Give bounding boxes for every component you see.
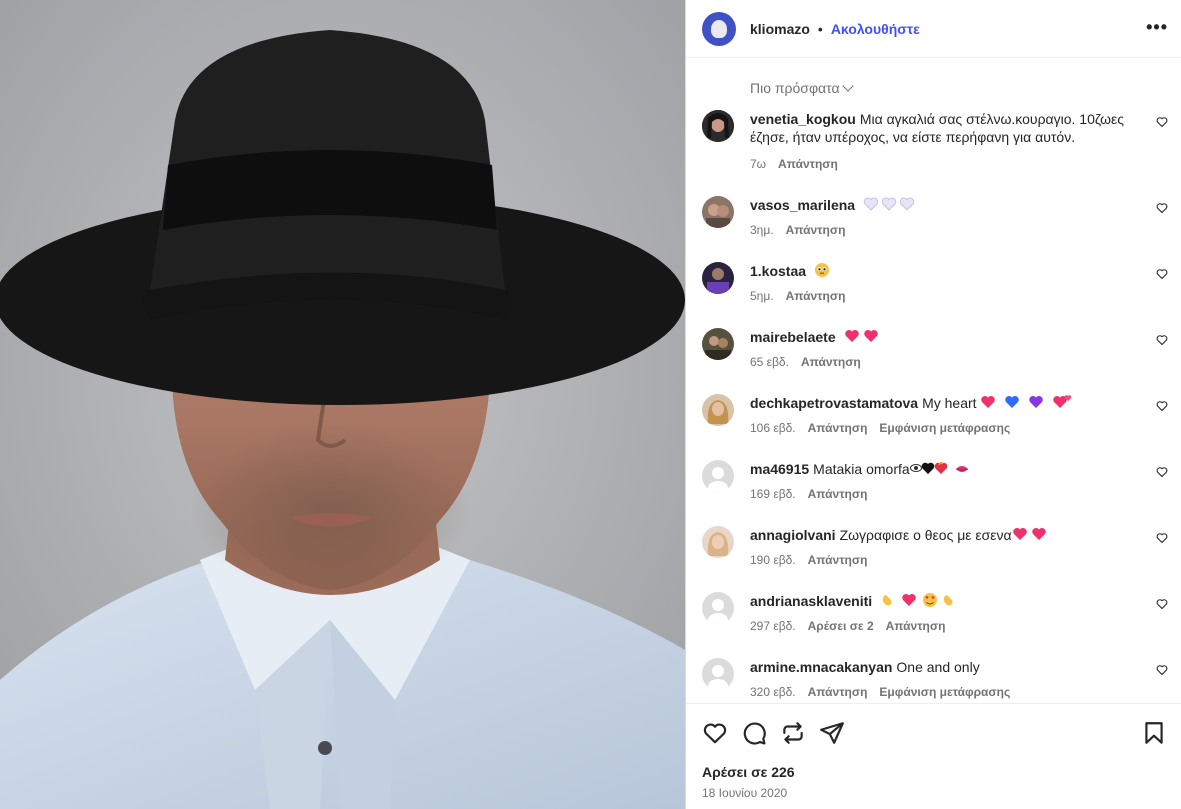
comment-item: dechkapetrovastamatova My heart 106 εβδ. … bbox=[702, 394, 1168, 444]
like-comment-heart-icon[interactable] bbox=[1156, 598, 1168, 610]
like-comment-heart-icon[interactable] bbox=[1156, 532, 1168, 544]
comment-username[interactable]: 1.kostaa bbox=[750, 263, 806, 279]
post-photo[interactable] bbox=[0, 0, 685, 809]
reply-button[interactable]: Απάντηση bbox=[808, 553, 868, 567]
like-comment-heart-icon[interactable] bbox=[1156, 664, 1168, 676]
reply-button[interactable]: Απάντηση bbox=[808, 685, 868, 699]
sparkling-heart-emojis bbox=[1012, 528, 1046, 540]
like-comment-heart-icon[interactable] bbox=[1156, 116, 1168, 128]
author-username[interactable]: kliomazo bbox=[750, 21, 810, 37]
comment-username[interactable]: ma46915 bbox=[750, 461, 809, 477]
comment-username[interactable]: annagiolvani bbox=[750, 527, 836, 543]
comment-text: Ζωγραφισε ο θεος με εσενα bbox=[839, 527, 1012, 543]
commenter-avatar-default[interactable] bbox=[702, 592, 734, 624]
reply-button[interactable]: Απάντηση bbox=[778, 157, 838, 171]
comment-time: 297 εβδ. bbox=[750, 619, 796, 633]
comment-username[interactable]: armine.mnacakanyan bbox=[750, 659, 892, 675]
comment-time: 7ω bbox=[750, 157, 767, 171]
show-translation-button[interactable]: Εμφάνιση μετάφρασης bbox=[879, 685, 1010, 699]
like-heart-icon[interactable] bbox=[702, 720, 728, 746]
commenter-avatar[interactable] bbox=[702, 196, 734, 228]
reply-button[interactable]: Απάντηση bbox=[886, 619, 946, 633]
post-header: kliomazo • Ακολουθήστε ••• bbox=[686, 0, 1181, 58]
comment-username[interactable]: andrianasklaveniti bbox=[750, 593, 872, 609]
author-avatar[interactable] bbox=[702, 11, 736, 46]
comment-sort-dropdown[interactable]: Πιο πρόσφατα bbox=[750, 80, 854, 96]
comment-item: ma46915 Matakia omorfa 169 εβδ. Απάντηση bbox=[702, 460, 1168, 510]
post-actions: Αρέσει σε 226 18 Ιουνίου 2020 bbox=[686, 703, 1181, 809]
comment-username[interactable]: mairebelaete bbox=[750, 329, 836, 345]
comment-bubble-icon[interactable] bbox=[741, 720, 767, 746]
share-send-icon[interactable] bbox=[819, 720, 845, 746]
more-options-icon[interactable]: ••• bbox=[1146, 18, 1168, 36]
comment-item: andrianasklaveniti 297 εβδ. Αρέσει σε 2 … bbox=[702, 592, 1168, 642]
comment-item: annagiolvani Ζωγραφισε ο θεος με εσενα 19… bbox=[702, 526, 1168, 576]
comment-username[interactable]: vasos_marilena bbox=[750, 197, 855, 213]
show-translation-button[interactable]: Εμφάνιση μετάφρασης bbox=[879, 421, 1010, 435]
sparkling-heart-emojis bbox=[844, 330, 878, 342]
comment-likes-count[interactable]: Αρέσει σε 2 bbox=[808, 619, 874, 633]
portrait-image bbox=[0, 0, 685, 809]
comment-time: 320 εβδ. bbox=[750, 685, 796, 699]
reply-button[interactable]: Απάντηση bbox=[801, 355, 861, 369]
instagram-post-view: kliomazo • Ακολουθήστε ••• Πιο πρόσφατα … bbox=[0, 0, 1181, 809]
commenter-avatar[interactable] bbox=[702, 526, 734, 558]
like-comment-heart-icon[interactable] bbox=[1156, 202, 1168, 214]
reply-button[interactable]: Απάντηση bbox=[808, 421, 868, 435]
comment-time: 169 εβδ. bbox=[750, 487, 796, 501]
follow-button[interactable]: Ακολουθήστε bbox=[831, 21, 920, 37]
like-comment-heart-icon[interactable] bbox=[1156, 466, 1168, 478]
like-comment-heart-icon[interactable] bbox=[1156, 334, 1168, 346]
comment-time: 106 εβδ. bbox=[750, 421, 796, 435]
comment-time: 65 εβδ. bbox=[750, 355, 789, 369]
pleading-face-emoji bbox=[814, 263, 829, 277]
repost-icon[interactable] bbox=[780, 720, 806, 746]
like-comment-heart-icon[interactable] bbox=[1156, 400, 1168, 412]
like-comment-heart-icon[interactable] bbox=[1156, 268, 1168, 280]
comment-item: venetia_kogkou Μια αγκαλιά σας στέλνω.κου… bbox=[702, 110, 1168, 174]
comment-time: 5ημ. bbox=[750, 289, 774, 303]
comment-time: 3ημ. bbox=[750, 223, 774, 237]
comment-text: Matakia omorfa bbox=[813, 461, 910, 477]
comment-text: My heart bbox=[922, 395, 977, 411]
reply-button[interactable]: Απάντηση bbox=[786, 289, 846, 303]
comment-item: armine.mnacakanyan One and only 320 εβδ. … bbox=[702, 658, 1168, 700]
chevron-down-icon bbox=[841, 80, 854, 92]
eye-heart-kiss-emojis bbox=[909, 461, 968, 474]
post-sidebar: kliomazo • Ακολουθήστε ••• Πιο πρόσφατα … bbox=[685, 0, 1181, 809]
commenter-avatar[interactable] bbox=[702, 394, 734, 426]
commenter-avatar[interactable] bbox=[702, 110, 734, 142]
white-heart-emojis bbox=[863, 197, 915, 211]
commenter-avatar-default[interactable] bbox=[702, 658, 734, 690]
commenter-avatar-default[interactable] bbox=[702, 460, 734, 492]
comment-username[interactable]: venetia_kogkou bbox=[750, 111, 856, 127]
post-likes-count[interactable]: Αρέσει σε 226 bbox=[702, 764, 795, 780]
comment-item: mairebelaete 65 εβδ. Απάντηση bbox=[702, 328, 1168, 378]
commenter-avatar[interactable] bbox=[702, 262, 734, 294]
comment-text: One and only bbox=[896, 659, 980, 675]
sort-label: Πιο πρόσφατα bbox=[750, 80, 840, 96]
reply-button[interactable]: Απάντηση bbox=[786, 223, 846, 237]
save-bookmark-icon[interactable] bbox=[1141, 720, 1167, 746]
separator-dot: • bbox=[817, 20, 823, 37]
comment-item: 1.kostaa 5ημ. Απάντηση bbox=[702, 262, 1168, 312]
heart-emojis bbox=[981, 395, 1072, 408]
commenter-avatar[interactable] bbox=[702, 328, 734, 360]
comment-time: 190 εβδ. bbox=[750, 553, 796, 567]
comment-username[interactable]: dechkapetrovastamatova bbox=[750, 395, 918, 411]
reply-button[interactable]: Απάντηση bbox=[808, 487, 868, 501]
post-date[interactable]: 18 Ιουνίου 2020 bbox=[702, 786, 787, 800]
comment-item: vasos_marilena 3ημ. Απάντηση bbox=[702, 196, 1168, 246]
clap-heart-emojis bbox=[882, 593, 953, 607]
